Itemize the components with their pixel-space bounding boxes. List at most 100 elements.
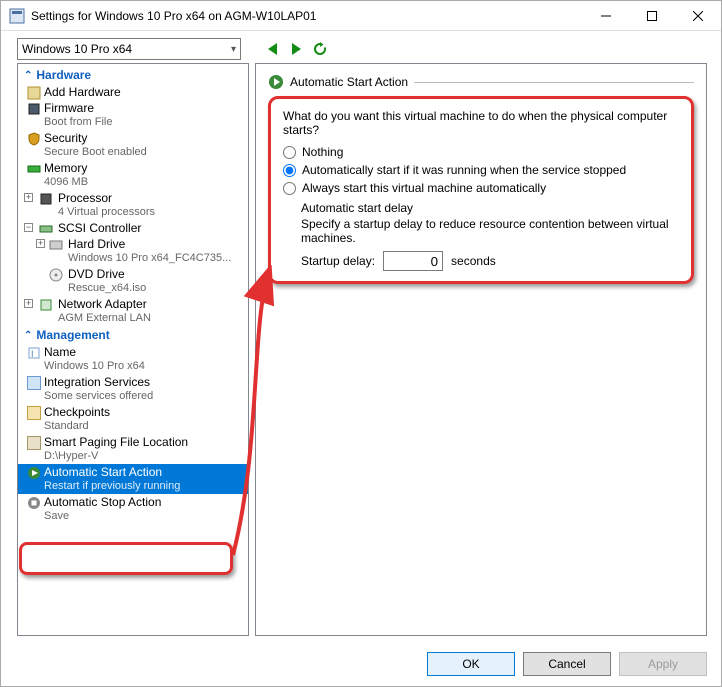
paging-icon: [26, 435, 42, 451]
network-icon: [38, 297, 54, 313]
vm-selector-combo[interactable]: Windows 10 Pro x64 ▾: [17, 38, 241, 60]
collapse-icon: ⌃: [24, 70, 32, 81]
tree-firmware[interactable]: Firmware Boot from File: [18, 100, 248, 130]
autostart-icon: [26, 465, 42, 481]
hardware-section-header[interactable]: ⌃ Hardware: [18, 66, 248, 84]
tree-name[interactable]: I Name Windows 10 Pro x64: [18, 344, 248, 374]
hard-drive-icon: [48, 237, 64, 253]
cancel-button[interactable]: Cancel: [523, 652, 611, 676]
autostart-icon: [268, 74, 284, 90]
tree-add-hardware[interactable]: Add Hardware: [18, 84, 248, 100]
radio-always-input[interactable]: [283, 182, 296, 195]
next-button[interactable]: [287, 40, 305, 58]
refresh-icon: [312, 41, 328, 57]
firmware-icon: [26, 101, 42, 117]
maximize-button[interactable]: [629, 1, 675, 31]
divider: [414, 82, 694, 83]
tree-label: SCSI Controller: [44, 221, 244, 235]
toolbar: Windows 10 Pro x64 ▾: [1, 31, 721, 63]
close-button[interactable]: [675, 1, 721, 31]
radio-auto-if-running-input[interactable]: [283, 164, 296, 177]
tree-subtext: Restart if previously running: [44, 479, 244, 493]
tree-subtext: D:\Hyper-V: [44, 449, 244, 463]
tree-subtext: AGM External LAN: [44, 311, 244, 325]
tree-automatic-start-action[interactable]: Automatic Start Action Restart if previo…: [18, 464, 248, 494]
minimize-button[interactable]: [583, 1, 629, 31]
tree-label: Memory: [44, 161, 244, 175]
titlebar: Settings for Windows 10 Pro x64 on AGM-W…: [1, 1, 721, 31]
radio-auto-if-running[interactable]: Automatically start if it was running wh…: [283, 163, 679, 177]
name-icon: I: [26, 345, 42, 361]
settings-tree[interactable]: ⌃ Hardware Add Hardware Firmware Boot fr…: [17, 63, 249, 636]
cancel-button-label: Cancel: [548, 657, 585, 671]
expand-icon[interactable]: +: [24, 299, 33, 308]
tree-automatic-stop-action[interactable]: Automatic Stop Action Save: [18, 494, 248, 524]
tree-label: Network Adapter: [44, 297, 244, 311]
collapse-icon[interactable]: −: [24, 223, 33, 232]
tree-label: Name: [44, 345, 244, 359]
ok-button[interactable]: OK: [427, 652, 515, 676]
tree-subtext: Standard: [44, 419, 244, 433]
tree-label: Firmware: [44, 101, 244, 115]
radio-nothing-input[interactable]: [283, 146, 296, 159]
tree-processor[interactable]: + Processor 4 Virtual processors: [18, 190, 248, 220]
startup-delay-input[interactable]: [383, 251, 443, 271]
ok-button-label: OK: [462, 657, 479, 671]
memory-icon: [26, 161, 42, 177]
tree-network-adapter[interactable]: + Network Adapter AGM External LAN: [18, 296, 248, 326]
window-title: Settings for Windows 10 Pro x64 on AGM-W…: [31, 9, 583, 23]
tree-integration-services[interactable]: Integration Services Some services offer…: [18, 374, 248, 404]
security-icon: [26, 131, 42, 147]
radio-always-label: Always start this virtual machine automa…: [302, 181, 546, 195]
tree-subtext: 4 Virtual processors: [44, 205, 244, 219]
delay-unit: seconds: [451, 254, 496, 268]
prev-button[interactable]: [263, 40, 281, 58]
tree-subtext: 4096 MB: [44, 175, 244, 189]
tree-subtext: Windows 10 Pro x64: [44, 359, 244, 373]
vm-selector-value: Windows 10 Pro x64: [22, 42, 132, 56]
settings-icon: [9, 8, 25, 24]
group-title: Automatic Start Action: [290, 75, 408, 89]
scsi-icon: [38, 221, 54, 237]
management-header-label: Management: [36, 328, 109, 342]
tree-smart-paging[interactable]: Smart Paging File Location D:\Hyper-V: [18, 434, 248, 464]
hardware-header-label: Hardware: [36, 68, 91, 82]
tree-subtext: Save: [44, 509, 244, 523]
tree-hard-drive[interactable]: + Hard Drive Windows 10 Pro x64_FC4C735.…: [18, 236, 248, 266]
refresh-button[interactable]: [311, 40, 329, 58]
triangle-left-icon: [268, 43, 277, 55]
tree-label: Smart Paging File Location: [44, 435, 244, 449]
tree-checkpoints[interactable]: Checkpoints Standard: [18, 404, 248, 434]
add-hardware-icon: [26, 85, 42, 101]
apply-button-label: Apply: [648, 657, 678, 671]
tree-dvd-drive[interactable]: DVD Drive Rescue_x64.iso: [18, 266, 248, 296]
processor-icon: [38, 191, 54, 207]
chevron-down-icon: ▾: [231, 44, 236, 55]
tree-label: Automatic Start Action: [44, 465, 244, 479]
tree-subtext: Boot from File: [44, 115, 244, 129]
tree-subtext: Rescue_x64.iso: [68, 281, 244, 295]
tree-subtext: Secure Boot enabled: [44, 145, 244, 159]
tree-label: Add Hardware: [44, 85, 244, 99]
radio-nothing-label: Nothing: [302, 145, 343, 159]
delay-title: Automatic start delay: [301, 201, 679, 215]
tree-security[interactable]: Security Secure Boot enabled: [18, 130, 248, 160]
tree-scsi-controller[interactable]: − SCSI Controller: [18, 220, 248, 236]
group-title-row: Automatic Start Action: [268, 74, 694, 90]
expand-icon[interactable]: +: [36, 239, 45, 248]
tree-label: Security: [44, 131, 244, 145]
question-text: What do you want this virtual machine to…: [283, 109, 679, 137]
radio-nothing[interactable]: Nothing: [283, 145, 679, 159]
tree-subtext: Windows 10 Pro x64_FC4C735...: [68, 251, 244, 265]
checkpoints-icon: [26, 405, 42, 421]
tree-label: Checkpoints: [44, 405, 244, 419]
tree-memory[interactable]: Memory 4096 MB: [18, 160, 248, 190]
radio-always[interactable]: Always start this virtual machine automa…: [283, 181, 679, 195]
expand-icon[interactable]: +: [24, 193, 33, 202]
delay-label: Startup delay:: [301, 254, 375, 268]
triangle-right-icon: [292, 43, 301, 55]
tree-label: Hard Drive: [68, 237, 244, 251]
autostop-icon: [26, 495, 42, 511]
management-section-header[interactable]: ⌃ Management: [18, 326, 248, 344]
radio-auto-if-running-label: Automatically start if it was running wh…: [302, 163, 626, 177]
